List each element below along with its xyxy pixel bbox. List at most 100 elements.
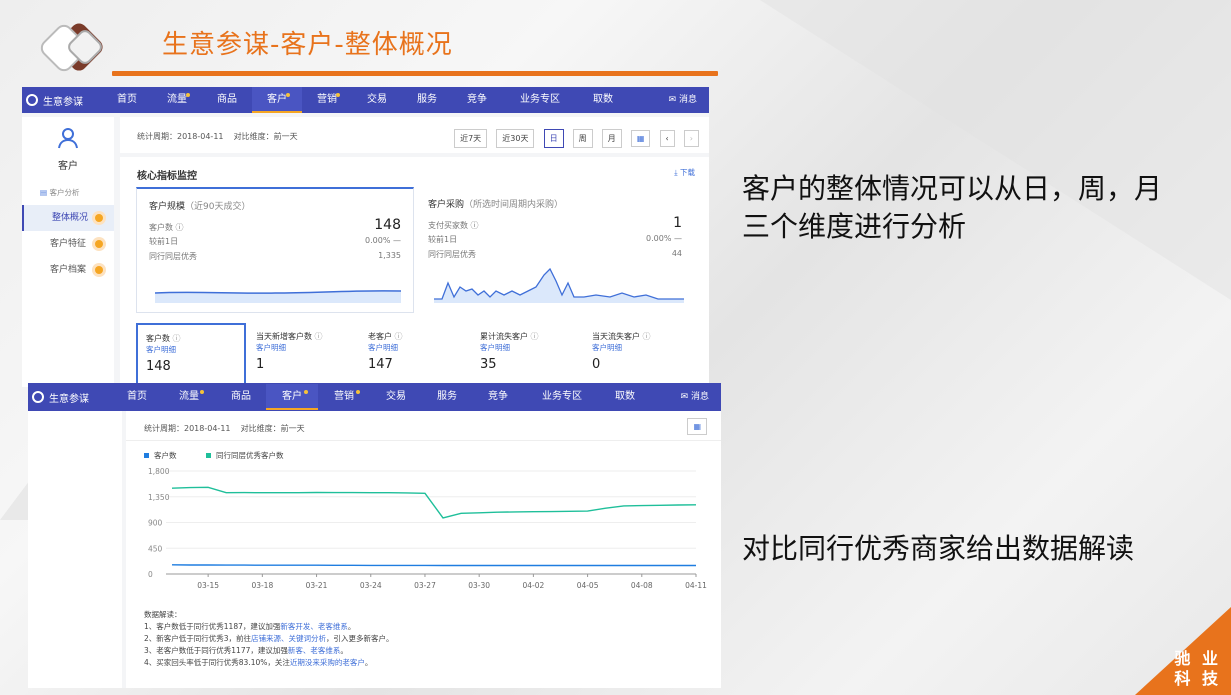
nav-logo[interactable]: 生意参谋 xyxy=(28,390,112,405)
nav-item-fetch[interactable]: 取数 xyxy=(578,87,628,113)
info-icon: ⓘ xyxy=(470,221,479,230)
info-icon: ⓘ xyxy=(172,334,181,343)
nav-message[interactable]: ✉ 消息 xyxy=(681,383,709,411)
nav-item-customer[interactable]: 客户 xyxy=(266,384,318,410)
interpret-text: 。 xyxy=(364,658,373,667)
badge-icon xyxy=(92,263,106,277)
nav-item-customer[interactable]: 客户 xyxy=(252,87,302,113)
interpret-link[interactable]: 近期没来采购的老客户 xyxy=(290,658,365,667)
range-month-button[interactable]: 月 xyxy=(601,129,622,148)
sidebar: 客户 ▤ 客户分析 整体概况 客户特征 客户档案 xyxy=(22,117,114,387)
metric-label-text: 当天新增客户数 xyxy=(256,332,312,341)
stat-period-label: 统计周期： xyxy=(137,132,177,141)
brand-label: 驰 业 科 技 xyxy=(1174,649,1221,689)
interpret-line: 3、老客户数低于同行优秀1177，建议加强新客、老客维系。 xyxy=(144,645,394,657)
nav-item-compete[interactable]: 竞争 xyxy=(472,384,524,410)
message-label: 消息 xyxy=(690,392,709,402)
nav-item-home[interactable]: 首页 xyxy=(102,87,152,113)
prev-arrow-icon[interactable]: ‹ xyxy=(659,130,675,147)
peer-label: 同行同层优秀 xyxy=(428,250,476,259)
info-icon: ⓘ xyxy=(314,332,323,341)
nav-item-fetch[interactable]: 取数 xyxy=(600,384,650,410)
download-link[interactable]: ⤓ 下载 xyxy=(674,167,695,178)
compare-label: 较前1日 xyxy=(149,237,179,246)
nav-logo[interactable]: 生意参谋 xyxy=(22,93,102,108)
interpret-link[interactable]: 店铺来源、关键词分析 xyxy=(251,634,326,643)
badge-icon xyxy=(92,237,106,251)
user-icon xyxy=(58,128,78,149)
range-30d-button[interactable]: 近30天 xyxy=(496,129,535,148)
interpret-line: 1、客户数低于同行优秀1187，建议加强新客开发、老客维系。 xyxy=(144,621,394,633)
detail-link[interactable]: 客户明细 xyxy=(256,342,350,353)
nav-item-business-zone[interactable]: 业务专区 xyxy=(502,87,578,113)
compare-label: 对比维度： xyxy=(233,132,274,141)
metric-label: 支付买家数 xyxy=(428,221,468,230)
detail-link[interactable]: 客户明细 xyxy=(146,344,236,355)
x-tick-label: 03-18 xyxy=(251,581,273,590)
metric-label: 累计流失客户 ⓘ xyxy=(480,331,574,342)
x-tick-label: 03-27 xyxy=(414,581,436,590)
compare-value: 前一天 xyxy=(273,132,298,141)
interpret-text: 1、客户数低于同行优秀1187，建议加强 xyxy=(144,622,281,631)
metric-old-customers[interactable]: 老客户 ⓘ 客户明细 147 xyxy=(360,323,470,383)
x-tick-label: 03-21 xyxy=(306,581,328,590)
metric-label: 当天流失客户 ⓘ xyxy=(592,331,686,342)
new-dot-icon xyxy=(356,390,360,394)
sidebar-item-overview[interactable]: 整体概况 xyxy=(22,205,114,231)
nav-item-service[interactable]: 服务 xyxy=(422,384,472,410)
interpret-line: 2、新客户低于同行优秀3，前往店铺来源、关键词分析，引入更多新客户。 xyxy=(144,633,394,645)
sidebar-item-archive[interactable]: 客户档案 xyxy=(22,257,114,283)
detail-link[interactable]: 客户明细 xyxy=(592,342,686,353)
card-title: 客户规模 xyxy=(149,202,186,212)
nav-item-goods[interactable]: 商品 xyxy=(216,384,266,410)
purchase-sparkline xyxy=(434,267,684,303)
nav-item-marketing[interactable]: 营销 xyxy=(318,384,370,410)
calendar-icon[interactable]: ▦ xyxy=(630,130,651,147)
nav-item-trade[interactable]: 交易 xyxy=(370,384,422,410)
range-7d-button[interactable]: 近7天 xyxy=(454,129,488,148)
detail-link[interactable]: 客户明细 xyxy=(368,342,462,353)
section-label: 客户分析 xyxy=(49,188,80,197)
sidebar-item-features[interactable]: 客户特征 xyxy=(22,231,114,257)
interpret-text: 2、新客户低于同行优秀3，前往 xyxy=(144,634,252,643)
legend-swatch xyxy=(144,453,149,458)
nav-item-traffic[interactable]: 流量 xyxy=(152,87,202,113)
brand-line: 驰 业 xyxy=(1174,649,1221,668)
nav-item-business-zone[interactable]: 业务专区 xyxy=(524,384,600,410)
legend-label: 客户数 xyxy=(154,450,177,460)
nav-item-home[interactable]: 首页 xyxy=(112,384,162,410)
next-arrow-icon[interactable]: › xyxy=(683,130,699,147)
compare-value: 0.00% xyxy=(646,234,672,243)
nav-item-service[interactable]: 服务 xyxy=(402,87,452,113)
nav-item-traffic[interactable]: 流量 xyxy=(162,384,216,410)
nav-item-compete[interactable]: 竞争 xyxy=(452,87,502,113)
calendar-icon[interactable]: ▦ xyxy=(687,418,707,435)
interpret-link[interactable]: 新客、老客维系 xyxy=(288,646,341,655)
description-line: 客户的整体情况可以从日，周，月 xyxy=(742,172,1163,205)
metric-new-customers[interactable]: 当天新增客户数 ⓘ 客户明细 1 xyxy=(248,323,358,383)
metric-lost-total[interactable]: 累计流失客户 ⓘ 客户明细 35 xyxy=(472,323,582,383)
x-tick-label: 04-05 xyxy=(577,581,599,590)
nav-item-marketing[interactable]: 营销 xyxy=(302,87,352,113)
series-line xyxy=(171,486,697,519)
logo-circle-icon xyxy=(26,94,38,106)
new-dot-icon xyxy=(336,93,340,97)
metric-customers[interactable]: 客户数 ⓘ 客户明细 148 xyxy=(136,323,246,387)
range-week-button[interactable]: 周 xyxy=(572,129,593,148)
logo-icon xyxy=(40,23,103,72)
y-tick-label: 450 xyxy=(148,544,163,553)
nav-message[interactable]: ✉ 消息 xyxy=(669,87,697,113)
badge-icon xyxy=(92,211,106,225)
interpret-text: 3、老客户数低于同行优秀1177，建议加强 xyxy=(144,646,288,655)
metric-lost-today[interactable]: 当天流失客户 ⓘ 客户明细 0 xyxy=(584,323,694,383)
metric-label: 老客户 ⓘ xyxy=(368,331,462,342)
nav-item-goods[interactable]: 商品 xyxy=(202,87,252,113)
nav-item-trade[interactable]: 交易 xyxy=(352,87,402,113)
detail-link[interactable]: 客户明细 xyxy=(480,342,574,353)
interpret-line: 4、买家回头率低于同行优秀83.10%，关注近期没来采购的老客户。 xyxy=(144,657,394,669)
stat-period-label: 统计周期： xyxy=(144,424,184,433)
interpret-link[interactable]: 新客开发、老客维系 xyxy=(280,622,348,631)
range-day-button[interactable]: 日 xyxy=(543,129,564,148)
customer-purchase-card: 客户采购（所选时间周期内采购） 支付买家数 ⓘ 1 较前1日 0.00% — 同… xyxy=(416,187,694,313)
metric-value: 148 xyxy=(374,217,401,233)
